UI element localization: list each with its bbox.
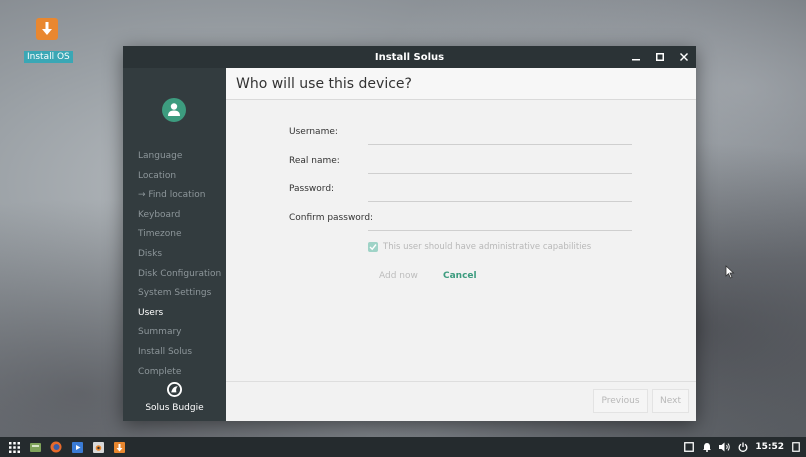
sidebar-item-complete[interactable]: Complete <box>138 363 221 383</box>
real-name-input[interactable] <box>368 152 632 174</box>
previous-button[interactable]: Previous <box>593 389 648 413</box>
sidebar-item-language[interactable]: Language <box>138 147 221 167</box>
system-tray: 15:52 <box>683 437 802 457</box>
video-player-icon[interactable] <box>71 441 83 453</box>
username-input[interactable] <box>368 123 632 145</box>
confirm-password-input[interactable] <box>368 209 632 231</box>
admin-checkbox-label: This user should have administrative cap… <box>383 242 592 252</box>
confirm-password-label: Confirm password: <box>289 213 374 223</box>
bell-icon[interactable] <box>701 441 713 453</box>
brand: Solus Budgie <box>123 382 226 413</box>
wizard-footer: Previous Next <box>226 381 696 421</box>
close-icon[interactable] <box>678 51 690 63</box>
notifications-icon[interactable] <box>683 441 695 453</box>
sidebar-item-install-solus[interactable]: Install Solus <box>138 343 221 363</box>
sidebar-item-disks[interactable]: Disks <box>138 245 221 265</box>
show-desktop-icon[interactable] <box>790 441 802 453</box>
window-controls <box>630 46 690 68</box>
next-button[interactable]: Next <box>652 389 689 413</box>
download-icon <box>36 18 58 40</box>
sidebar-item-system-settings[interactable]: System Settings <box>138 284 221 304</box>
window-title: Install Solus <box>374 51 445 63</box>
camera-icon[interactable] <box>92 441 104 453</box>
installer-icon[interactable] <box>113 441 125 453</box>
desktop-icon-install-os[interactable]: Install OS <box>24 18 73 63</box>
admin-checkbox[interactable] <box>368 242 378 252</box>
maximize-icon[interactable] <box>654 51 666 63</box>
admin-checkbox-row: This user should have administrative cap… <box>368 242 591 252</box>
sidebar: Language Location → Find location Keyboa… <box>123 68 226 421</box>
sidebar-item-keyboard[interactable]: Keyboard <box>138 206 221 226</box>
taskbar: 15:52 <box>0 437 806 457</box>
taskbar-apps <box>8 437 125 457</box>
sidebar-item-summary[interactable]: Summary <box>138 323 221 343</box>
checkmark-icon <box>369 244 377 251</box>
real-name-label: Real name: <box>289 156 340 166</box>
installer-window: Install Solus Language Location → Find l <box>123 46 696 421</box>
sidebar-item-disk-configuration[interactable]: Disk Configuration <box>138 265 221 285</box>
password-input[interactable] <box>368 180 632 202</box>
file-manager-icon[interactable] <box>29 441 41 453</box>
password-label: Password: <box>289 184 335 194</box>
window-titlebar[interactable]: Install Solus <box>123 46 696 68</box>
add-now-button[interactable]: Add now <box>379 271 418 281</box>
volume-icon[interactable] <box>719 441 731 453</box>
app-grid-icon[interactable] <box>8 441 20 453</box>
sidebar-nav: Language Location → Find location Keyboa… <box>138 147 221 382</box>
page-title: Who will use this device? <box>226 68 696 100</box>
sidebar-item-location[interactable]: Location <box>138 167 221 187</box>
sidebar-item-users[interactable]: Users <box>138 304 221 324</box>
user-avatar-icon <box>162 98 186 126</box>
solus-logo-icon <box>123 382 226 397</box>
clock[interactable]: 15:52 <box>755 442 784 452</box>
desktop-icon-label: Install OS <box>24 51 73 63</box>
sidebar-item-find-location[interactable]: → Find location <box>138 186 221 206</box>
username-label: Username: <box>289 127 338 137</box>
power-icon[interactable] <box>737 441 749 453</box>
sidebar-item-timezone[interactable]: Timezone <box>138 225 221 245</box>
firefox-icon[interactable] <box>50 441 62 453</box>
cancel-button[interactable]: Cancel <box>443 271 477 281</box>
mouse-pointer-icon <box>725 264 735 283</box>
minimize-icon[interactable] <box>630 51 642 63</box>
brand-label: Solus Budgie <box>145 403 204 413</box>
content-pane: Who will use this device? Username: Real… <box>226 68 696 421</box>
